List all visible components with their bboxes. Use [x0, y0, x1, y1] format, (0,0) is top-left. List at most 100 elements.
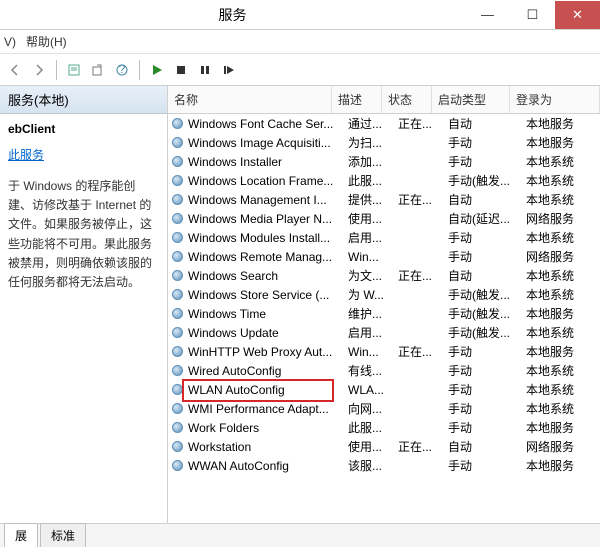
- table-row[interactable]: Windows Modules Install...启用...手动本地系统: [168, 228, 600, 247]
- cell-startup: 手动: [448, 229, 526, 246]
- nav-back-icon[interactable]: [4, 59, 26, 81]
- cell-desc: 添加...: [348, 153, 398, 170]
- maximize-button[interactable]: ☐: [510, 1, 555, 29]
- table-row[interactable]: Windows Font Cache Ser...通过...正在...自动本地服…: [168, 114, 600, 133]
- col-desc[interactable]: 描述: [332, 86, 382, 113]
- table-row[interactable]: Windows Image Acquisiti...为扫...手动本地服务: [168, 133, 600, 152]
- col-name[interactable]: 名称: [168, 86, 332, 113]
- table-body[interactable]: Windows Font Cache Ser...通过...正在...自动本地服…: [168, 114, 600, 523]
- cell-logon: 本地系统: [526, 400, 600, 417]
- menu-help[interactable]: 帮助(H): [26, 33, 67, 50]
- table-row[interactable]: Windows Location Frame...此服...手动(触发...本地…: [168, 171, 600, 190]
- pause-icon[interactable]: [194, 59, 216, 81]
- cell-startup: 自动: [448, 191, 526, 208]
- cell-startup: 手动: [448, 248, 526, 265]
- cell-startup: 手动(触发...: [448, 324, 526, 341]
- cell-logon: 网络服务: [526, 438, 600, 455]
- table-row[interactable]: Windows Installer添加...手动本地系统: [168, 152, 600, 171]
- cell-status: 正在...: [398, 191, 448, 208]
- col-status[interactable]: 状态: [382, 86, 432, 113]
- col-logon[interactable]: 登录为: [510, 86, 600, 113]
- cell-logon: 本地服务: [526, 457, 600, 474]
- toolbar: ?: [0, 54, 600, 86]
- cell-name: Windows Remote Manag...: [188, 250, 348, 264]
- cell-desc: 通过...: [348, 115, 398, 132]
- tab-standard[interactable]: 标准: [40, 523, 86, 547]
- table-row[interactable]: Windows Store Service (...为 W... 手动(触发...…: [168, 285, 600, 304]
- cell-name: WinHTTP Web Proxy Aut...: [188, 345, 348, 359]
- service-icon: [170, 326, 184, 340]
- table-row[interactable]: Windows Management I...提供...正在...自动本地系统: [168, 190, 600, 209]
- col-startup[interactable]: 启动类型: [432, 86, 510, 113]
- bottom-tabs: 展 标准: [0, 523, 600, 547]
- cell-logon: 本地系统: [526, 324, 600, 341]
- cell-name: Windows Location Frame...: [188, 174, 348, 188]
- help-icon[interactable]: ?: [111, 59, 133, 81]
- cell-logon: 本地服务: [526, 115, 600, 132]
- window-title: 服务: [0, 5, 465, 25]
- cell-startup: 手动: [448, 457, 526, 474]
- cell-name: Work Folders: [188, 421, 348, 435]
- service-icon: [170, 269, 184, 283]
- table-row[interactable]: Wired AutoConfig有线...手动本地系统: [168, 361, 600, 380]
- properties-icon[interactable]: [63, 59, 85, 81]
- service-icon: [170, 288, 184, 302]
- cell-startup: 手动: [448, 400, 526, 417]
- table-row[interactable]: Windows Media Player N...使用...自动(延迟...网络…: [168, 209, 600, 228]
- cell-name: Windows Installer: [188, 155, 348, 169]
- service-icon: [170, 174, 184, 188]
- table-row[interactable]: Windows Update启用... 手动(触发...本地系统: [168, 323, 600, 342]
- cell-status: 正在...: [398, 438, 448, 455]
- separator: [139, 60, 140, 80]
- cell-name: Windows Update: [188, 326, 348, 340]
- table-row[interactable]: Workstation使用...正在...自动网络服务: [168, 437, 600, 456]
- service-icon: [170, 307, 184, 321]
- service-icon: [170, 250, 184, 264]
- start-icon[interactable]: [146, 59, 168, 81]
- service-icon: [170, 440, 184, 454]
- minimize-button[interactable]: —: [465, 1, 510, 29]
- cell-name: Windows Image Acquisiti...: [188, 136, 348, 150]
- left-panel-header: 服务(本地): [0, 86, 167, 114]
- cell-desc: 此服...: [348, 172, 398, 189]
- cell-desc: 启用...: [348, 324, 398, 341]
- service-icon: [170, 155, 184, 169]
- table-row[interactable]: Windows Remote Manag...Win...手动网络服务: [168, 247, 600, 266]
- cell-logon: 本地系统: [526, 172, 600, 189]
- cell-name: Workstation: [188, 440, 348, 454]
- cell-status: 正在...: [398, 267, 448, 284]
- service-action-link[interactable]: 此服务: [8, 148, 44, 162]
- service-icon: [170, 402, 184, 416]
- cell-logon: 本地系统: [526, 381, 600, 398]
- table-row[interactable]: WinHTTP Web Proxy Aut...Win...正在...手动本地服…: [168, 342, 600, 361]
- restart-icon[interactable]: [218, 59, 240, 81]
- menu-view[interactable]: V): [4, 35, 16, 49]
- cell-desc: Win...: [348, 345, 398, 359]
- cell-name: WMI Performance Adapt...: [188, 402, 348, 416]
- service-icon: [170, 212, 184, 226]
- cell-name: Windows Store Service (...: [188, 288, 348, 302]
- cell-status: 正在...: [398, 115, 448, 132]
- cell-desc: 提供...: [348, 191, 398, 208]
- table-row[interactable]: Work Folders此服...手动本地服务: [168, 418, 600, 437]
- selected-service-name: ebClient: [8, 122, 159, 136]
- cell-desc: 为 W...: [348, 286, 398, 303]
- table-row[interactable]: Windows Search为文...正在...自动本地系统: [168, 266, 600, 285]
- export-icon[interactable]: [87, 59, 109, 81]
- table-row[interactable]: WWAN AutoConfig该服...手动本地服务: [168, 456, 600, 475]
- service-description: 于 Windows 的程序能创建、访修改基于 Internet 的文件。如果服务…: [8, 177, 159, 292]
- cell-desc: 为文...: [348, 267, 398, 284]
- cell-desc: WLA...: [348, 383, 398, 397]
- cell-logon: 本地服务: [526, 134, 600, 151]
- table-row[interactable]: WLAN AutoConfigWLA...手动本地系统: [168, 380, 600, 399]
- nav-fwd-icon[interactable]: [28, 59, 50, 81]
- cell-startup: 手动(触发...: [448, 286, 526, 303]
- close-button[interactable]: ✕: [555, 1, 600, 29]
- cell-desc: Win...: [348, 250, 398, 264]
- tab-extended[interactable]: 展: [4, 523, 38, 547]
- cell-startup: 手动(触发...: [448, 305, 526, 322]
- table-row[interactable]: Windows Time维护...手动(触发...本地服务: [168, 304, 600, 323]
- cell-name: Windows Media Player N...: [188, 212, 348, 226]
- stop-icon[interactable]: [170, 59, 192, 81]
- table-row[interactable]: WMI Performance Adapt...向网...手动本地系统: [168, 399, 600, 418]
